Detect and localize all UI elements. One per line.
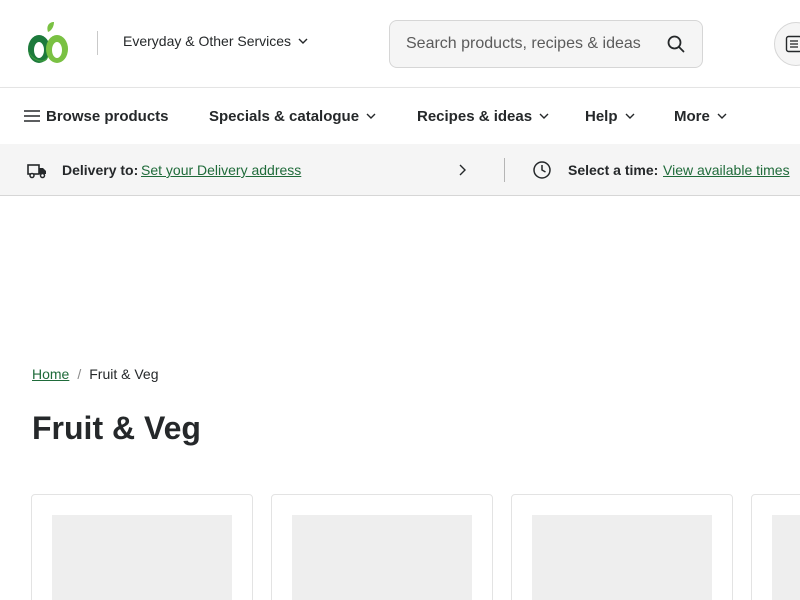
delivery-bar: Delivery to: Set your Delivery address S… — [0, 144, 800, 196]
list-icon — [785, 35, 800, 53]
nav-label: Recipes & ideas — [417, 107, 533, 125]
breadcrumb-current: Fruit & Veg — [89, 366, 159, 382]
nav-browse-products[interactable]: Browse products — [24, 88, 169, 144]
product-image-placeholder — [52, 515, 232, 600]
product-image-placeholder — [292, 515, 472, 600]
product-image-placeholder — [532, 515, 712, 600]
clock-icon — [533, 161, 551, 179]
chevron-down-icon — [298, 38, 308, 44]
header-divider — [97, 31, 98, 55]
chevron-right-icon[interactable] — [455, 162, 469, 178]
services-dropdown[interactable]: Everyday & Other Services — [123, 33, 309, 49]
search-box[interactable] — [389, 20, 703, 68]
product-card-placeholder[interactable] — [751, 494, 800, 600]
page-title: Fruit & Veg — [32, 410, 201, 446]
delivery-truck-icon — [27, 164, 46, 179]
select-time-label: Select a time: — [568, 162, 659, 178]
chevron-down-icon — [625, 113, 635, 119]
search-input[interactable] — [406, 35, 666, 53]
woolworths-logo-icon[interactable] — [24, 20, 72, 68]
product-card-placeholder[interactable] — [511, 494, 733, 600]
nav-specials-catalogue[interactable]: Specials & catalogue — [209, 88, 377, 144]
product-card-placeholder[interactable] — [31, 494, 253, 600]
chevron-down-icon — [366, 113, 376, 119]
top-header: Everyday & Other Services — [0, 0, 800, 88]
nav-help[interactable]: Help — [585, 88, 636, 144]
nav-label: More — [674, 107, 710, 125]
nav-recipes-ideas[interactable]: Recipes & ideas — [417, 88, 550, 144]
nav-more[interactable]: More — [674, 88, 728, 144]
nav-label: Help — [585, 107, 618, 125]
chevron-down-icon — [539, 113, 549, 119]
nav-label: Browse products — [46, 107, 169, 125]
view-available-times-link[interactable]: View available times — [663, 162, 790, 178]
chevron-down-icon — [717, 113, 727, 119]
delivery-label: Delivery to: — [62, 162, 139, 178]
delivery-divider — [504, 158, 505, 182]
breadcrumb: Home / Fruit & Veg — [32, 366, 159, 382]
set-delivery-address-link[interactable]: Set your Delivery address — [141, 162, 301, 178]
product-grid — [0, 494, 800, 600]
services-label: Everyday & Other Services — [123, 33, 292, 49]
shopping-list-button[interactable] — [774, 22, 800, 66]
breadcrumb-separator: / — [77, 366, 82, 382]
breadcrumb-home-link[interactable]: Home — [32, 366, 69, 382]
nav-label: Specials & catalogue — [209, 107, 360, 125]
product-card-placeholder[interactable] — [271, 494, 493, 600]
product-image-placeholder — [772, 515, 800, 600]
search-icon[interactable] — [666, 34, 686, 54]
hamburger-menu-icon — [24, 110, 40, 122]
main-nav: Browse products Specials & catalogue Rec… — [0, 88, 800, 144]
